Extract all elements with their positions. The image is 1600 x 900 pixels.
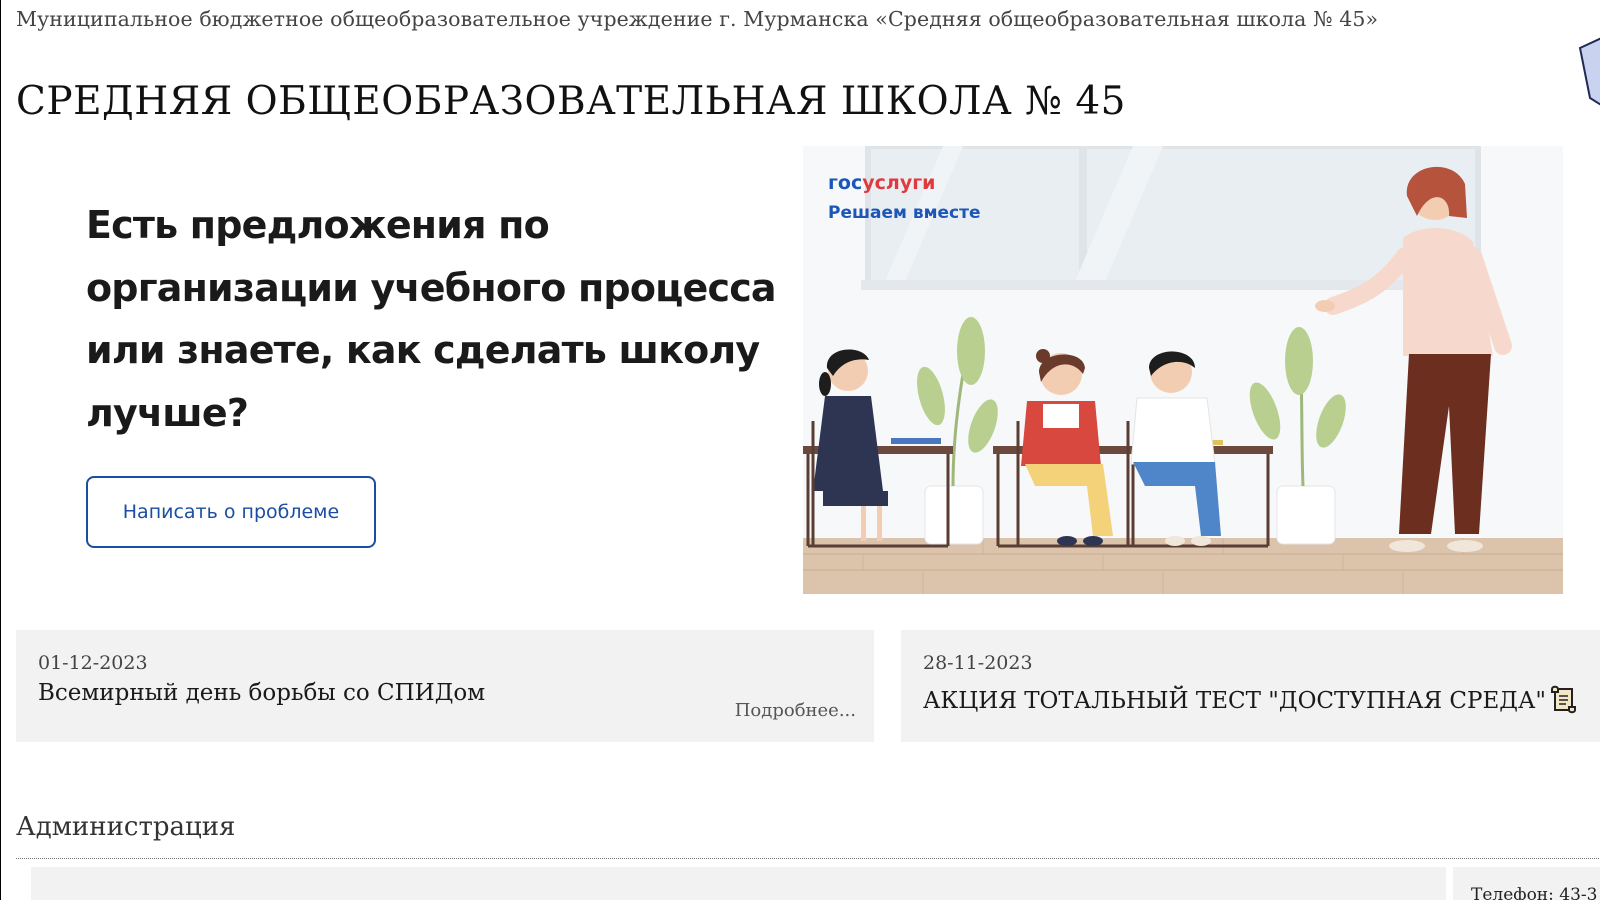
news-card[interactable]: 28-11-2023 АКЦИЯ ТОТАЛЬНЫЙ ТЕСТ "ДОСТУПН…: [901, 630, 1600, 742]
read-more-link[interactable]: Подробнее...: [735, 700, 856, 721]
phone-text: Телефон: 43-3: [1471, 885, 1598, 900]
news-date: 01-12-2023: [38, 652, 148, 674]
administration-heading: Администрация: [16, 812, 236, 842]
organization-name: Муниципальное бюджетное общеобразователь…: [16, 7, 1379, 31]
gosuslugi-logo-subtitle: Решаем вместе: [828, 203, 981, 223]
section-divider: [16, 858, 1600, 859]
corner-decoration: [1578, 37, 1600, 106]
news-title-wrap[interactable]: АКЦИЯ ТОТАЛЬНЫЙ ТЕСТ "ДОСТУПНАЯ СРЕДА": [923, 684, 1578, 714]
news-card[interactable]: 01-12-2023 Всемирный день борьбы со СПИД…: [16, 630, 874, 742]
page: Муниципальное бюджетное общеобразователь…: [1, 0, 1600, 900]
gosuslugi-logo: госуслуги Решаем вместе: [828, 168, 981, 228]
classroom-illustration: госуслуги Решаем вместе: [803, 143, 1581, 594]
write-about-problem-button[interactable]: Написать о проблеме: [86, 476, 376, 548]
feedback-banner: Есть предложения по организации учебного…: [16, 143, 1581, 594]
banner-question: Есть предложения по организации учебного…: [86, 203, 777, 435]
news-title[interactable]: АКЦИЯ ТОТАЛЬНЫЙ ТЕСТ "ДОСТУПНАЯ СРЕДА": [923, 688, 1546, 714]
news-date: 28-11-2023: [923, 652, 1033, 674]
scroll-icon: [1550, 685, 1576, 714]
contact-panel: Телефон: 43-3: [1453, 867, 1600, 900]
administration-card: [31, 867, 1446, 900]
gosuslugi-logo-gos: гос: [828, 172, 863, 194]
gosuslugi-logo-uslugi: услуги: [862, 172, 936, 194]
news-title[interactable]: Всемирный день борьбы со СПИДом: [38, 680, 485, 706]
school-title: СРЕДНЯЯ ОБЩЕОБРАЗОВАТЕЛЬНАЯ ШКОЛА № 45: [16, 79, 1126, 124]
